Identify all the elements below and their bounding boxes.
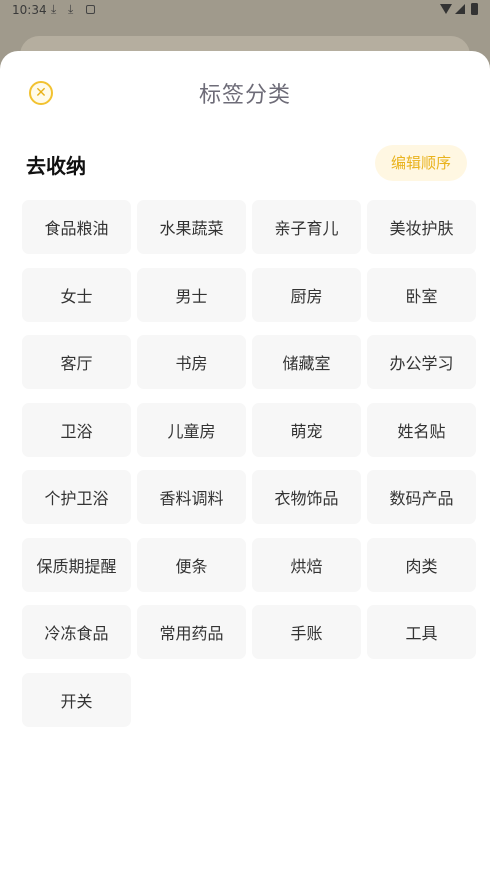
status-time: 10:34	[12, 3, 47, 17]
tag-item[interactable]: 美妆护肤	[367, 200, 476, 254]
tag-item[interactable]: 便条	[137, 537, 246, 592]
tag-item[interactable]: 卫浴	[22, 402, 131, 457]
tag-item[interactable]: 水果蔬菜	[137, 200, 246, 254]
tag-grid: 食品粮油 水果蔬菜 亲子育儿 美妆护肤 女士 男士 厨房 卧室 客厅 书房 储藏…	[22, 200, 482, 727]
status-bar: 10:34 ⤓ ⤓	[0, 0, 490, 22]
edit-order-button[interactable]: 编辑顺序	[375, 145, 467, 181]
wifi-icon	[440, 4, 452, 14]
tag-item[interactable]: 食品粮油	[22, 200, 131, 254]
battery-icon	[471, 3, 478, 15]
tag-item[interactable]: 工具	[367, 605, 476, 659]
tag-item[interactable]: 储藏室	[252, 335, 361, 389]
tag-item[interactable]: 卧室	[367, 267, 476, 322]
tag-item[interactable]: 个护卫浴	[22, 470, 131, 524]
tag-item[interactable]: 办公学习	[367, 335, 476, 389]
tag-item[interactable]: 数码产品	[367, 470, 476, 524]
tag-item[interactable]: 肉类	[367, 537, 476, 592]
tag-item[interactable]: 烘焙	[252, 537, 361, 592]
tag-item[interactable]: 冷冻食品	[22, 605, 131, 659]
app-notification-icon	[86, 5, 95, 14]
tag-item[interactable]: 常用药品	[137, 605, 246, 659]
tag-item[interactable]: 女士	[22, 267, 131, 322]
tag-item[interactable]: 书房	[137, 335, 246, 389]
tag-item[interactable]: 亲子育儿	[252, 200, 361, 254]
tag-item[interactable]: 厨房	[252, 267, 361, 322]
signal-icon	[455, 4, 465, 14]
tag-item[interactable]: 客厅	[22, 335, 131, 389]
tag-item[interactable]: 香料调料	[137, 470, 246, 524]
tag-item[interactable]: 姓名贴	[367, 402, 476, 457]
tag-item[interactable]: 手账	[252, 605, 361, 659]
sheet-title: 标签分类	[198, 83, 291, 108]
tag-item[interactable]: 开关	[22, 672, 131, 727]
tag-item[interactable]: 儿童房	[137, 402, 246, 457]
tag-category-sheet: ✕ 标签分类 去收纳 编辑顺序 食品粮油 水果蔬菜 亲子育儿 美妆护肤 女士 男…	[0, 51, 490, 872]
tag-item[interactable]: 萌宠	[252, 402, 361, 457]
tag-item[interactable]: 男士	[137, 267, 246, 322]
tag-item[interactable]: 衣物饰品	[252, 470, 361, 524]
download-icon: ⤓	[68, 2, 74, 16]
download-icon: ⤓	[51, 2, 57, 16]
tag-item[interactable]: 保质期提醒	[22, 537, 131, 592]
section-title: 去收纳	[26, 154, 86, 178]
